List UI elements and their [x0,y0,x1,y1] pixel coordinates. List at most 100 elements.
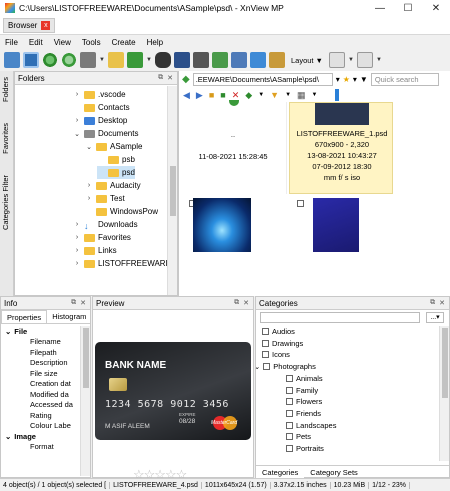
sort-filter-icon[interactable]: ▼ [270,90,279,100]
category-item-family[interactable]: Family [286,385,318,396]
property-row[interactable]: Description [1,358,81,369]
parent-folder-cell[interactable]: .. 11-08-2021 15:28:45 [179,102,287,194]
folder-item--vscode[interactable]: › .vscode [73,88,126,101]
category-filter-input[interactable] [260,312,420,323]
quick-search-input[interactable]: Quick search [370,73,439,86]
category-item-animals[interactable]: Animals [286,373,323,384]
float-icon[interactable]: ⧉ [430,299,435,307]
thumbnail-checkbox[interactable] [297,200,304,207]
folder-item-audacity[interactable]: › Audacity [85,179,141,192]
tab-browser[interactable]: Browser x [3,18,56,33]
category-item-photographs[interactable]: ⌄ Photographs [256,361,316,372]
folder-item-listoffreeware[interactable]: › LISTOFFREEWARE [73,257,167,270]
category-item-portraits[interactable]: Portraits [286,443,324,454]
expand-icon[interactable]: ⌄ [256,362,260,371]
category-item-pets[interactable]: Pets [286,431,311,442]
category-checkbox[interactable] [286,421,293,429]
float-icon[interactable]: ⧉ [234,299,239,307]
expand-chevron-icon[interactable]: ⌄ [73,130,81,138]
panels-dropdown-icon[interactable]: ▼ [376,57,382,63]
category-checkbox[interactable] [262,351,269,359]
back-icon[interactable]: ◀ [183,90,190,101]
sidetab-folders[interactable]: Folders [1,77,10,102]
category-checkbox[interactable] [286,433,293,441]
folder-item-asample[interactable]: ⌄ ASample [85,140,142,153]
folder-item-psb[interactable]: psb [97,153,135,166]
menu-view[interactable]: View [54,38,71,47]
close-panel-icon[interactable]: ✕ [167,74,173,82]
thumbnail-size-slider[interactable] [335,89,340,101]
save-icon[interactable] [174,52,190,68]
folder-item-downloads[interactable]: › ↓ Downloads [73,218,138,231]
convert-dropdown-icon[interactable]: ▼ [146,57,152,63]
category-checkbox[interactable] [263,363,271,371]
folder-item-favorites[interactable]: › Favorites [73,231,131,244]
view-mode-icon[interactable] [328,52,345,68]
binoculars-icon[interactable] [155,52,171,68]
expand-icon[interactable]: ⌄ [5,327,11,336]
filter-icon[interactable]: ▼ [360,75,368,84]
forward-icon[interactable]: ▶ [196,90,203,101]
expand-chevron-icon[interactable]: › [73,234,81,241]
folder-nav-icon[interactable]: ◆ [182,74,190,85]
property-row[interactable]: Accessed da [1,400,81,411]
delete-icon[interactable]: ✕ [232,90,240,101]
folders-scrollbar[interactable] [167,86,177,295]
float-icon[interactable]: ⧉ [158,74,163,82]
menu-edit[interactable]: Edit [29,38,43,47]
menu-file[interactable]: File [5,38,18,47]
property-row[interactable]: Rating [1,410,81,421]
tab-close-icon[interactable]: x [41,21,51,30]
close-panel-icon[interactable]: ✕ [439,299,445,307]
view-mode-dropdown-icon[interactable]: ▼ [348,57,354,63]
folder-item-psd[interactable]: psd [97,166,135,179]
expand-chevron-icon[interactable]: › [73,91,81,98]
expand-chevron-icon[interactable]: › [73,117,81,124]
menu-create[interactable]: Create [112,38,136,47]
browse-icon[interactable] [4,52,20,68]
property-row[interactable]: Creation dat [1,379,81,390]
property-row[interactable]: Filepath [1,347,81,358]
category-checkbox[interactable] [286,409,293,417]
fullscreen-icon[interactable] [23,52,39,68]
expand-chevron-icon[interactable]: › [85,195,93,202]
print-icon[interactable] [193,52,209,68]
category-item-icons[interactable]: Icons [262,349,290,360]
property-row[interactable]: Filename [1,337,81,348]
close-panel-icon[interactable]: ✕ [243,299,249,307]
category-checkbox[interactable] [262,339,269,347]
expand-chevron-icon[interactable]: ⌄ [85,143,93,151]
category-item-flowers[interactable]: Flowers [286,396,322,407]
path-dropdown-icon[interactable]: ▾ [336,75,340,84]
panels-icon[interactable] [356,52,373,68]
sort-dropdown-icon[interactable]: ▼ [285,92,291,98]
expand-icon[interactable]: ⌄ [5,432,11,441]
expand-chevron-icon[interactable]: › [85,182,93,189]
move-icon[interactable]: ◆ [245,90,252,101]
folder-item-documents[interactable]: ⌄ Documents [73,127,138,140]
open-folder-icon[interactable] [108,52,124,68]
category-checkbox[interactable] [286,398,293,406]
favorite-star-icon[interactable]: ★ [343,75,350,84]
image-edit-icon[interactable] [231,52,247,68]
rotate-icon[interactable] [61,52,77,68]
property-row[interactable]: Format [1,442,81,453]
folder-item-test[interactable]: › Test [85,192,125,205]
sidetab-favorites[interactable]: Favorites [1,123,10,154]
tab-histogram[interactable]: Histogram [47,310,91,323]
thumbnails-view-icon[interactable]: ▦ [297,90,306,101]
thumbnail-cell[interactable] [179,198,287,294]
copy-icon[interactable]: ■ [220,90,225,100]
category-item-friends[interactable]: Friends [286,408,321,419]
close-panel-icon[interactable]: ✕ [80,299,86,307]
category-options-button[interactable]: ...▾ [426,312,444,323]
tab-categories[interactable]: Categories [256,466,305,478]
tab-category-sets[interactable]: Category Sets [304,466,364,478]
path-input[interactable]: .EEWARE\Documents\ASample\psd\ [192,73,333,86]
category-checkbox[interactable] [286,374,293,382]
thumbnail-cell-selected[interactable]: LISTOFFREEWARE_1.psd 670x900 - 2,320 13-… [289,102,393,194]
category-item-landscapes[interactable]: Landscapes [286,420,336,431]
property-row[interactable]: File size [1,368,81,379]
slideshow-icon[interactable] [212,52,228,68]
settings-icon[interactable] [80,52,96,68]
